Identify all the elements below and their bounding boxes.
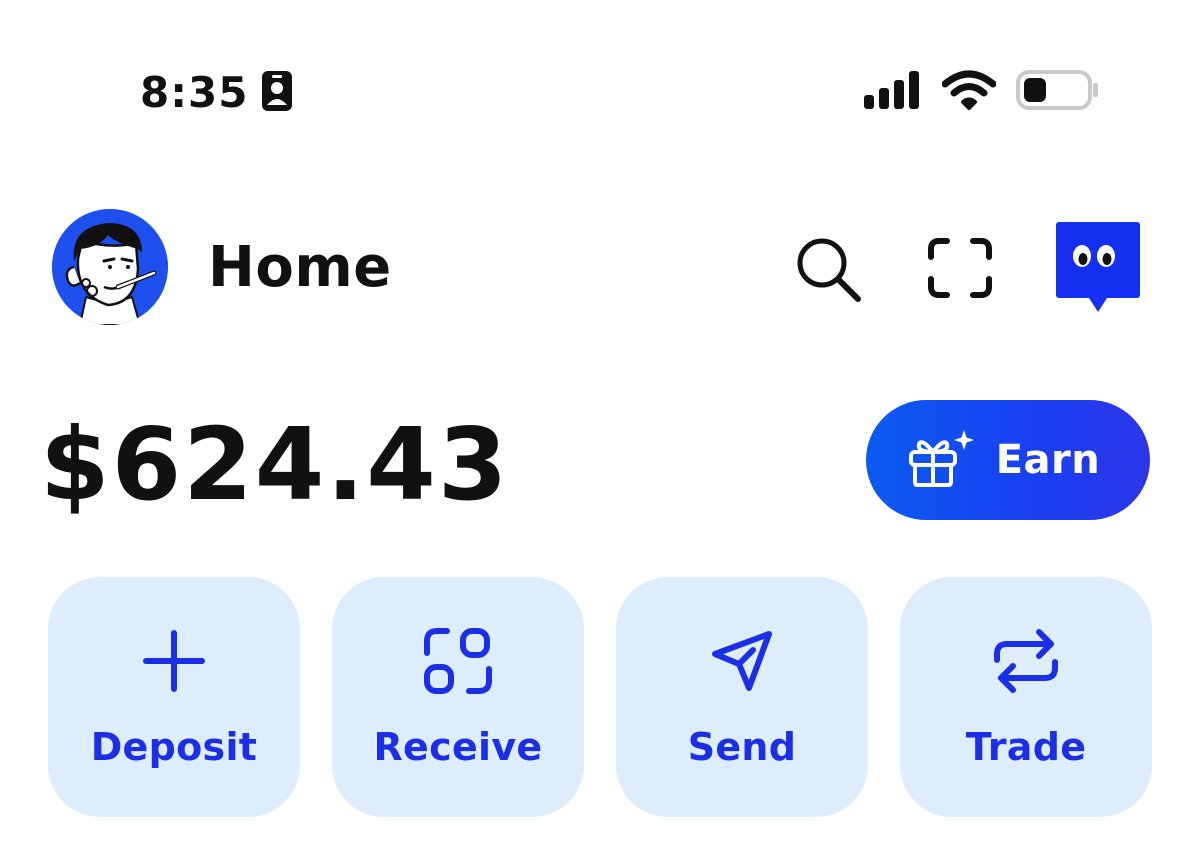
gift-icon bbox=[908, 428, 974, 492]
deposit-label: Deposit bbox=[90, 725, 258, 769]
search-icon[interactable] bbox=[794, 235, 864, 309]
balance-amount: $624.43 bbox=[40, 406, 510, 523]
trade-icon bbox=[990, 625, 1062, 697]
receive-icon bbox=[422, 625, 494, 697]
avatar[interactable] bbox=[52, 209, 168, 325]
status-time-group: 8:35 bbox=[140, 68, 294, 117]
earn-button-label: Earn bbox=[995, 437, 1101, 483]
trade-label: Trade bbox=[965, 725, 1087, 769]
home-screen: 8:35 Home $624.43 Earn Deposit Receive S… bbox=[0, 0, 1200, 855]
app-header: Home bbox=[0, 205, 1200, 325]
status-time: 8:35 bbox=[140, 68, 249, 117]
send-button[interactable]: Send bbox=[616, 577, 868, 817]
earn-button[interactable]: Earn bbox=[866, 400, 1150, 520]
receive-label: Receive bbox=[373, 725, 543, 769]
chat-assistant-icon[interactable] bbox=[1055, 221, 1141, 321]
battery-icon bbox=[1016, 70, 1100, 114]
send-label: Send bbox=[687, 725, 797, 769]
trade-button[interactable]: Trade bbox=[900, 577, 1152, 817]
wifi-icon bbox=[941, 70, 997, 114]
quick-actions: Deposit Receive Send Trade bbox=[48, 577, 1152, 817]
id-card-icon bbox=[260, 69, 294, 117]
page-title: Home bbox=[208, 235, 392, 300]
status-indicators bbox=[844, 70, 1100, 114]
plus-icon bbox=[138, 625, 210, 697]
receive-button[interactable]: Receive bbox=[332, 577, 584, 817]
status-bar: 8:35 bbox=[0, 60, 1200, 130]
cellular-signal-icon bbox=[864, 71, 922, 113]
deposit-button[interactable]: Deposit bbox=[48, 577, 300, 817]
scan-icon[interactable] bbox=[925, 235, 995, 305]
send-icon bbox=[706, 625, 778, 697]
